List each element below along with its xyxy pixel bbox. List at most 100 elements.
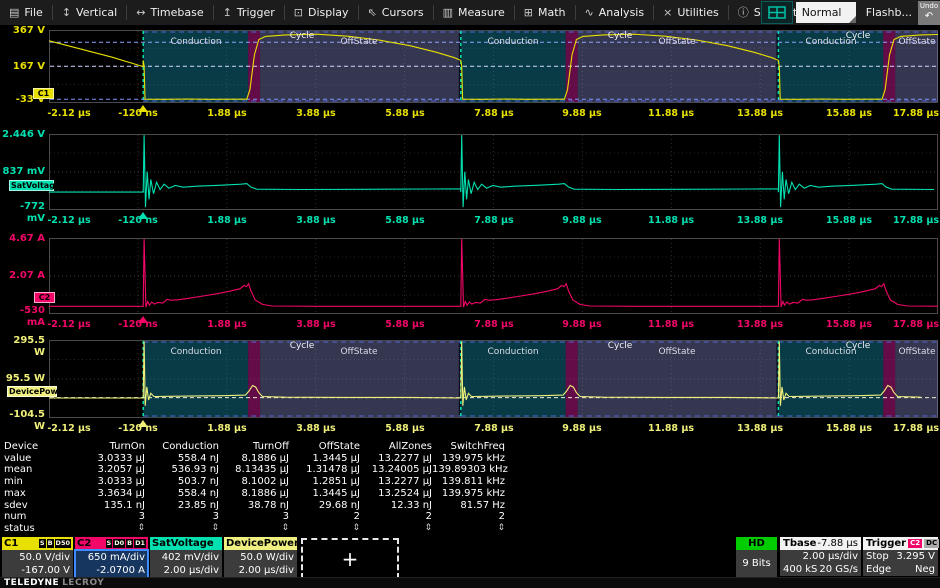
table-cell: 8.1886 µJ [219, 488, 289, 500]
time-axis-label: 7.88 µs [459, 108, 529, 119]
descriptor-badge: B [47, 539, 54, 548]
table-cell: 503.7 nJ [145, 476, 219, 488]
menu-item-label: Measure [458, 6, 505, 19]
time-axis-label: 9.88 µs [547, 108, 617, 119]
time-axis-label: 11.88 µs [636, 319, 706, 330]
menu-item-timebase[interactable]: ↔Timebase [127, 0, 212, 25]
channel-badge-DevicePower[interactable]: DevicePower [7, 386, 57, 397]
table-cell: 139.975 kHz [432, 488, 505, 500]
table-row-label: sdev [2, 500, 60, 512]
status-icon: ⇕ [289, 523, 360, 535]
display-grid-button[interactable] [761, 1, 793, 24]
status-icon: ⇕ [432, 523, 505, 535]
trigger-position-marker[interactable] [138, 316, 148, 323]
y-axis-label: 2.446 V [0, 129, 45, 141]
trigger-position-marker[interactable] [138, 212, 148, 219]
file-icon: ▤ [9, 7, 19, 18]
trigger-type: Edge [866, 564, 891, 575]
menu-items: ▤File↕Vertical↔Timebase↥Trigger⊡Display⇖… [0, 0, 806, 25]
hd-mode-box[interactable]: HD 9 Bits [736, 537, 777, 577]
table-row-label: status [2, 523, 60, 535]
channel-badge-SatVoltage[interactable]: SatVoltage [9, 180, 54, 191]
descriptor-box-satvoltage[interactable]: SatVoltage402 mV/div2.00 µs/div [150, 537, 222, 577]
display-icon: ⊡ [294, 7, 303, 18]
time-axis-label: 13.88 µs [725, 423, 795, 434]
time-axis-label: 9.88 µs [547, 319, 617, 330]
descriptor-scale: 650 mA/div [78, 551, 145, 564]
time-axis-label: -2.12 µs [34, 108, 104, 119]
time-axis-label: 13.88 µs [725, 319, 795, 330]
menu-item-trigger[interactable]: ↥Trigger [214, 0, 284, 25]
flashback-button[interactable]: Flashb... [856, 6, 918, 19]
table-row-label: min [2, 476, 60, 488]
math-icon: ⊞ [524, 7, 533, 18]
table-cell: 139.975 kHz [432, 453, 505, 465]
menu-item-utilities[interactable]: ×Utilities [654, 0, 728, 25]
descriptor-box-c2[interactable]: C2SD0BD1650 mA/div-2.0700 A [75, 537, 148, 577]
menu-item-math[interactable]: ⊞Math [515, 0, 575, 25]
table-cell: 13.24005 µJ [360, 464, 432, 476]
table-cell: 3 [219, 511, 289, 523]
add-trace-button[interactable]: + [301, 538, 399, 579]
trigger-position-marker[interactable] [138, 420, 148, 427]
channel-badge-C2[interactable]: C2 [34, 292, 55, 303]
time-axis-label: 11.88 µs [636, 108, 706, 119]
menu-item-measure[interactable]: ▥Measure [434, 0, 514, 25]
table-cell: 13.2277 µJ [360, 453, 432, 465]
table-cell: 3 [145, 511, 219, 523]
menu-item-label: Analysis [599, 6, 644, 19]
support-icon: ⓘ [738, 7, 749, 18]
menu-item-cursors[interactable]: ⇖Cursors [359, 0, 433, 25]
time-axis-label: 15.88 µs [814, 319, 884, 330]
time-axis-label: 7.88 µs [459, 319, 529, 330]
time-axis-label: 15.88 µs [814, 108, 884, 119]
descriptor-badge: S [106, 539, 113, 548]
status-icon: ⇕ [145, 523, 219, 535]
timebase-box[interactable]: Tbase -7.88 µs 2.00 µs/div 400 kS 20 GS/… [780, 537, 861, 577]
time-axis-label: 7.88 µs [459, 215, 529, 226]
trigger-position-marker[interactable] [138, 105, 148, 112]
menu-item-label: Trigger [237, 6, 275, 19]
hd-label: HD [736, 537, 777, 550]
descriptor-channel-name: SatVoltage [152, 538, 214, 549]
descriptor-body: 402 mV/div2.00 µs/div [150, 550, 222, 578]
table-cell: 135.1 nJ [60, 500, 145, 512]
descriptor-box-c1[interactable]: C1SBD5050.0 V/div-167.00 V [2, 537, 73, 577]
descriptor-box-devicepower[interactable]: DevicePower50.0 W/div2.00 µs/div [224, 537, 297, 577]
table-cell: 3.0333 µJ [60, 476, 145, 488]
trigger-box[interactable]: Trigger C2 DC Stop 3.295 V Edge Neg [863, 537, 938, 577]
undo-button[interactable]: Undo ↶ [918, 1, 940, 25]
trigger-source-badge: C2 [908, 539, 922, 548]
horizontal-arrows-icon: ↔ [136, 7, 145, 18]
time-axis-label: 15.88 µs [814, 215, 884, 226]
descriptor-channel-name: C1 [4, 538, 18, 549]
table-cell: 8.1886 µJ [219, 453, 289, 465]
time-axis-label: 11.88 µs [636, 423, 706, 434]
menu-item-vertical[interactable]: ↕Vertical [53, 0, 126, 25]
table-cell: 2 [360, 511, 432, 523]
table-cell: 1.31478 µJ [289, 464, 360, 476]
table-cell: 2 [432, 511, 505, 523]
menu-item-analysis[interactable]: ∿Analysis [576, 0, 654, 25]
menu-item-label: Utilities [677, 6, 718, 19]
time-axis-label: 5.88 µs [370, 215, 440, 226]
time-axis-label: 5.88 µs [370, 423, 440, 434]
descriptor-offset: 2.00 µs/div [153, 564, 219, 577]
y-axis-label: 167 V [0, 61, 45, 73]
table-cell: 12.33 nJ [360, 500, 432, 512]
table-cell: 3.2057 µJ [60, 464, 145, 476]
grid-mode-dropdown[interactable]: Normal [796, 2, 856, 23]
menu-item-display[interactable]: ⊡Display [285, 0, 358, 25]
menu-item-file[interactable]: ▤File [0, 0, 52, 25]
time-axis-label: -2.12 µs [34, 215, 104, 226]
table-header-conduction: Conduction [145, 441, 219, 453]
table-cell: 139.811 kHz [432, 476, 505, 488]
table-cell: 2 [289, 511, 360, 523]
time-axis-label: 5.88 µs [370, 108, 440, 119]
table-cell: 1.3445 µJ [289, 488, 360, 500]
undo-arrow-icon: ↶ [925, 11, 933, 22]
descriptor-badges: SD0BD1 [106, 539, 147, 548]
channel-badge-C1[interactable]: C1 [33, 88, 54, 99]
status-icon: ⇕ [360, 523, 432, 535]
status-icon: ⇕ [60, 523, 145, 535]
